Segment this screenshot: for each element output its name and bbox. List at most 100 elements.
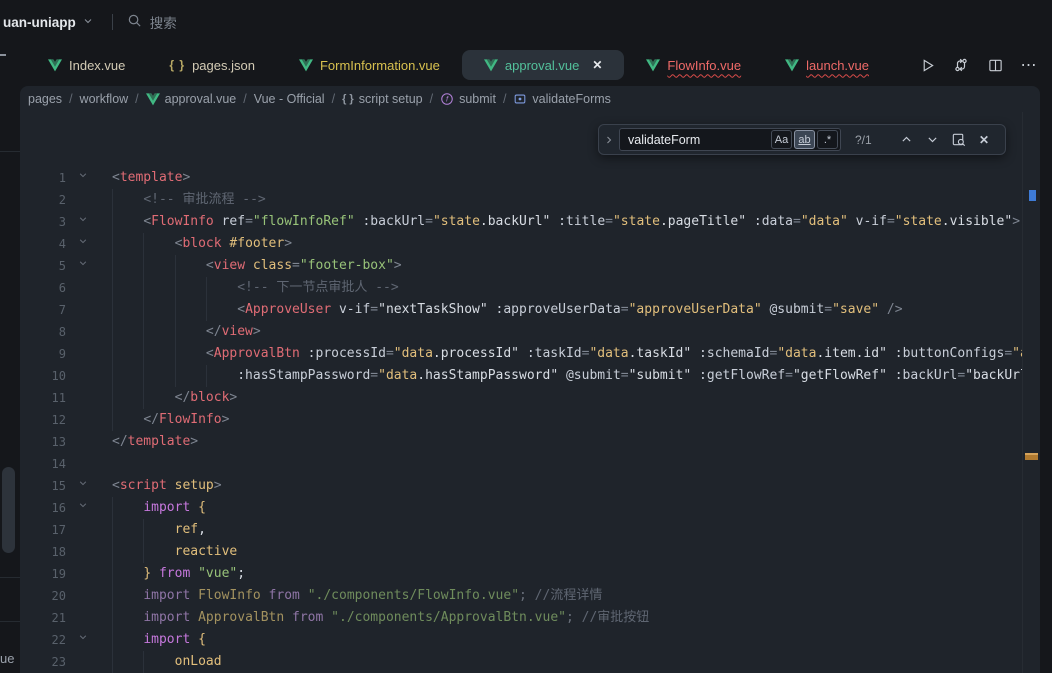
indent-guide (143, 365, 144, 387)
breadcrumb-item-approval-vue[interactable]: approval.vue (146, 92, 237, 106)
code-line[interactable]: 16 import { (20, 497, 1022, 519)
code-line[interactable]: 13</template> (20, 431, 1022, 453)
line-number: 1 (20, 167, 66, 189)
match-case-button[interactable]: Aa (771, 130, 792, 149)
code-line[interactable]: 4 <block #footer> (20, 233, 1022, 255)
next-match-icon[interactable] (921, 129, 943, 151)
sidebar-scrollbar-thumb[interactable] (2, 467, 15, 553)
code-line[interactable]: 8 </view> (20, 321, 1022, 343)
json-icon: { } (169, 58, 185, 72)
global-search[interactable]: 搜索 (127, 12, 177, 32)
close-tab-icon[interactable]: ✕ (592, 58, 602, 72)
line-content: reactive (112, 541, 1022, 563)
code-line[interactable]: 14 (20, 453, 1022, 475)
code-line[interactable]: 1<template> (20, 167, 1022, 189)
code-token: > (253, 324, 261, 339)
indent-guide (175, 365, 176, 387)
gutter: 21 (20, 607, 112, 629)
code-line[interactable]: 9 <ApprovalBtn :processId="data.processI… (20, 343, 1022, 365)
gutter: 13 (20, 431, 112, 453)
tab-forminformation-vue[interactable]: FormInformation.vue (277, 50, 462, 80)
fold-chevron-icon[interactable] (66, 497, 100, 519)
code-token: from (261, 588, 300, 603)
close-find-icon[interactable]: ✕ (973, 129, 995, 151)
vue-logo-icon (146, 93, 160, 106)
code-line[interactable]: 18 reactive (20, 541, 1022, 563)
code-line[interactable]: 10 :hasStampPassword="data.hasStampPassw… (20, 365, 1022, 387)
breadcrumb-item-validateforms[interactable]: validateForms (513, 92, 611, 106)
breadcrumb-item-vue-official[interactable]: Vue - Official (254, 92, 325, 106)
sidebar-item-fragment[interactable]: ue (0, 651, 14, 666)
find-input[interactable] (628, 133, 769, 147)
code-line[interactable]: 21 import ApprovalBtn from "./components… (20, 607, 1022, 629)
fold-chevron-icon[interactable] (66, 255, 100, 277)
breadcrumb-item-script-setup[interactable]: { }script setup (342, 92, 423, 106)
code-token: .backUrl" (480, 214, 550, 229)
code-line[interactable]: 19 } from "vue"; (20, 563, 1022, 585)
gutter: 19 (20, 563, 112, 585)
line-number: 19 (20, 563, 66, 585)
tab-approval-vue[interactable]: approval.vue✕ (462, 50, 625, 80)
indent-guide (206, 299, 207, 321)
code-line[interactable]: 11 </block> (20, 387, 1022, 409)
indent-guide (143, 299, 144, 321)
indent-guide (143, 277, 144, 299)
line-content: <script setup> (112, 475, 1022, 497)
code-line[interactable]: 7 <ApproveUser v-if="nextTaskShow" :appr… (20, 299, 1022, 321)
previous-match-icon[interactable] (895, 129, 917, 151)
code-token: > (222, 412, 230, 427)
code-line[interactable]: 6 <!-- 下一节点审批人 --> (20, 277, 1022, 299)
more-actions-button[interactable]: ⋯ (1020, 56, 1038, 74)
code-line[interactable]: 17 ref, (20, 519, 1022, 541)
code-token: :getFlowRef (691, 368, 785, 383)
code-line[interactable]: 2 <!-- 审批流程 --> (20, 189, 1022, 211)
gutter: 6 (20, 277, 112, 299)
fold-chevron-icon[interactable] (66, 233, 100, 255)
code-token: :taskId (519, 346, 582, 361)
code-line[interactable]: 15<script setup> (20, 475, 1022, 497)
code-token: = (1004, 346, 1012, 361)
find-in-selection-icon[interactable] (947, 129, 969, 151)
split-editor-button[interactable] (986, 56, 1004, 74)
fold-chevron-icon[interactable] (66, 629, 100, 651)
gutter: 15 (20, 475, 112, 497)
tab-pages-json[interactable]: { }pages.json (147, 50, 277, 80)
code-token: ref (214, 214, 245, 229)
code-token: //流程详情 (527, 588, 602, 603)
indent-guide (112, 563, 113, 585)
fold-chevron-icon[interactable] (66, 167, 100, 189)
tab-flowinfo-vue[interactable]: FlowInfo.vue (624, 50, 763, 80)
line-content: <view class="footer-box"> (112, 255, 1022, 277)
whole-word-button[interactable]: ab (794, 130, 815, 149)
toggle-replace-icon[interactable] (599, 134, 619, 146)
open-changes-button[interactable] (952, 56, 970, 74)
fold-chevron-icon[interactable] (66, 475, 100, 497)
code-line[interactable]: 22 import { (20, 629, 1022, 651)
overview-ruler[interactable] (1022, 112, 1040, 673)
code-token: "state (433, 214, 480, 229)
tab-index-vue[interactable]: Index.vue (26, 50, 147, 80)
code-line[interactable]: 12 </FlowInfo> (20, 409, 1022, 431)
breadcrumb-item-submit[interactable]: fsubmit (440, 92, 496, 106)
code-line[interactable]: 20 import FlowInfo from "./components/Fl… (20, 585, 1022, 607)
code-token: "data" (801, 214, 848, 229)
code-token (112, 214, 143, 229)
breadcrumb-item-pages[interactable]: pages (28, 92, 62, 106)
code-token: = (425, 214, 433, 229)
code-token: import (143, 500, 190, 515)
line-number: 8 (20, 321, 66, 343)
tab-launch-vue[interactable]: launch.vue (763, 50, 891, 80)
breadcrumb-item-workflow[interactable]: workflow (80, 92, 129, 106)
code-token: block (182, 236, 221, 251)
code-line[interactable]: 3 <FlowInfo ref="flowInfoRef" :backUrl="… (20, 211, 1022, 233)
fold-chevron-icon[interactable] (66, 211, 100, 233)
breadcrumb-label: approval.vue (165, 92, 237, 106)
run-button[interactable] (918, 56, 936, 74)
project-switcher[interactable]: uan-uniapp (3, 15, 94, 30)
code-line[interactable]: 5 <view class="footer-box"> (20, 255, 1022, 277)
regex-button[interactable]: .* (817, 130, 838, 149)
code-line[interactable]: 23 onLoad (20, 651, 1022, 673)
code-token: v-if (331, 302, 370, 317)
code-token: //审批按钮 (574, 610, 649, 625)
code-editor[interactable]: 1<template>2 <!-- 审批流程 -->3 <FlowInfo re… (20, 112, 1022, 673)
